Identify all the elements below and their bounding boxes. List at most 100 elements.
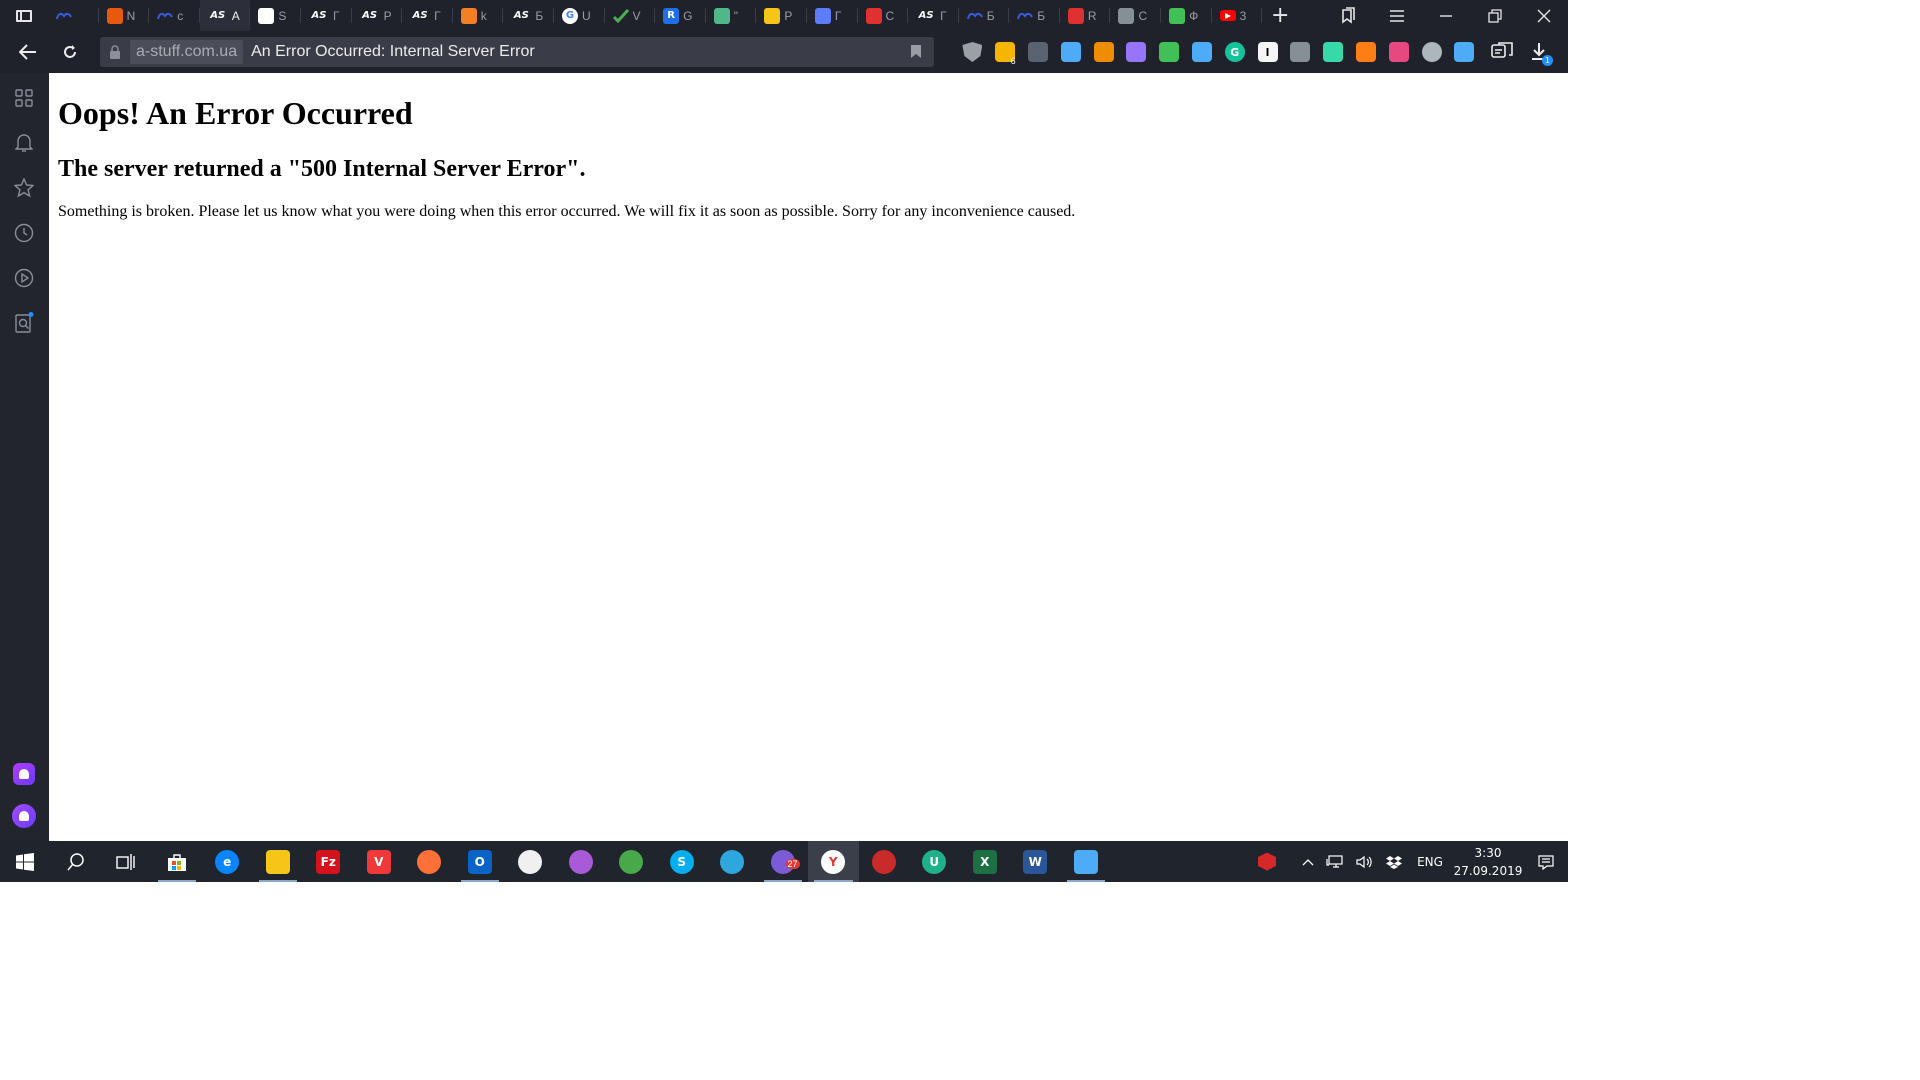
domain-chip[interactable]: a-stuff.com.ua [130, 40, 244, 64]
browser-tab[interactable]: Б [959, 0, 1010, 31]
extension-button[interactable] [1448, 31, 1481, 73]
input-language[interactable]: ENG [1408, 841, 1452, 882]
lock-icon[interactable] [100, 37, 130, 67]
extension-button[interactable] [1415, 31, 1448, 73]
browser-tab[interactable]: AS A [199, 0, 251, 31]
browser-tab[interactable]: AS Г [402, 0, 453, 31]
taskbar-button[interactable] [556, 841, 607, 882]
browser-tab[interactable]: Б [1009, 0, 1060, 31]
browser-tab[interactable]: k [453, 0, 504, 31]
extension-button[interactable] [1350, 31, 1383, 73]
extension-button[interactable] [1284, 31, 1317, 73]
taskbar-button[interactable]: U [909, 841, 960, 882]
taskbar-button[interactable] [1061, 841, 1112, 882]
menu-icon[interactable] [1372, 0, 1421, 31]
new-tab-button[interactable]: + [1262, 0, 1298, 31]
browser-tab[interactable]: AS Г [908, 0, 959, 31]
taskbar-button[interactable] [859, 841, 910, 882]
taskbar-button[interactable]: S [657, 841, 708, 882]
browser-tab[interactable] [48, 0, 99, 31]
browser-tab[interactable]: S [250, 0, 301, 31]
browser-tab[interactable]: AS Г [301, 0, 352, 31]
messenger-button[interactable] [12, 762, 36, 786]
network-icon[interactable] [1320, 841, 1350, 882]
unread-badge: 27 [785, 859, 800, 869]
alice-button[interactable] [12, 804, 36, 828]
dropbox-icon[interactable] [1380, 841, 1408, 882]
browser-tab[interactable]: C [858, 0, 909, 31]
extension-button[interactable] [956, 31, 989, 73]
browser-tab[interactable]: P [756, 0, 807, 31]
tab-panel-toggle[interactable] [0, 0, 48, 31]
taskbar-button[interactable]: Y [808, 841, 859, 882]
taskbar-button[interactable] [51, 841, 102, 882]
browser-tab[interactable]: AS Р [352, 0, 403, 31]
taskbar-button[interactable] [404, 841, 455, 882]
address-bar[interactable]: a-stuff.com.ua An Error Occurred: Intern… [100, 37, 934, 67]
browser-tab[interactable]: R [1060, 0, 1111, 31]
minimize-button[interactable] [1421, 0, 1470, 31]
downloads-button[interactable]: 1 [1518, 31, 1560, 73]
browser-tab[interactable]: V [605, 0, 656, 31]
extension-button[interactable]: l [1251, 31, 1284, 73]
taskbar-button[interactable]: 27 [758, 841, 809, 882]
close-button[interactable] [1519, 0, 1568, 31]
taskbar-button[interactable] [606, 841, 657, 882]
window-controls [1323, 0, 1568, 31]
browser-tab[interactable]: AS Б [503, 0, 554, 31]
search-page-button[interactable] [12, 311, 36, 335]
fox-icon [1093, 42, 1114, 62]
reload-button[interactable] [49, 31, 91, 73]
tab-list: Nc AS A S AS Г AS Р AS Гk AS Б G U V R G " P Г C AS Г Б Б R C Ф 3 [48, 0, 1262, 31]
browser-tab[interactable]: Ф [1161, 0, 1212, 31]
taskbar-button[interactable] [505, 841, 556, 882]
notifications-button[interactable] [12, 131, 36, 155]
back-button[interactable] [7, 31, 49, 73]
taskbar-button[interactable] [253, 841, 304, 882]
clock[interactable]: 3:30 27.09.2019 [1452, 841, 1524, 882]
browser-tab[interactable]: N [99, 0, 150, 31]
cloud-icon [966, 8, 983, 24]
browser-tab[interactable]: Г [807, 0, 858, 31]
taskbar-button[interactable]: W [1010, 841, 1061, 882]
taskbar-button[interactable] [0, 841, 51, 882]
show-hidden-icons[interactable] [1296, 841, 1320, 882]
extension-button[interactable] [1317, 31, 1350, 73]
history-button[interactable] [12, 221, 36, 245]
extension-button[interactable]: G [1218, 31, 1251, 73]
extension-button[interactable] [1120, 31, 1153, 73]
tableau-button[interactable] [12, 86, 36, 110]
extension-button[interactable] [1087, 31, 1120, 73]
taskbar-button[interactable]: Fz [303, 841, 354, 882]
screenshot-button[interactable] [1481, 31, 1523, 73]
taskbar-button[interactable]: X [960, 841, 1011, 882]
taskbar-button[interactable] [101, 841, 152, 882]
browser-tab[interactable]: 3 [1212, 0, 1263, 31]
extension-button[interactable] [1382, 31, 1415, 73]
bookmarks-button[interactable] [12, 176, 36, 200]
extension-button[interactable] [1054, 31, 1087, 73]
restore-button[interactable] [1470, 0, 1519, 31]
extension-button[interactable]: 6 [989, 31, 1022, 73]
media-button[interactable] [12, 266, 36, 290]
volume-icon[interactable] [1350, 841, 1380, 882]
extension-button[interactable] [1153, 31, 1186, 73]
puzzle-icon [1027, 42, 1048, 62]
browser-tab[interactable]: GU [554, 0, 605, 31]
extension-button[interactable] [1022, 31, 1055, 73]
collections-icon[interactable] [1323, 0, 1372, 31]
taskbar-button[interactable] [152, 841, 203, 882]
taskbar-button[interactable] [707, 841, 758, 882]
browser-tab[interactable]: C [1110, 0, 1161, 31]
clock-icon [14, 223, 34, 243]
taskbar-button[interactable]: e [202, 841, 253, 882]
tray-app-icon[interactable] [1252, 841, 1282, 882]
taskbar-button[interactable]: O [455, 841, 506, 882]
browser-tab[interactable]: " [706, 0, 757, 31]
bookmark-icon[interactable] [910, 44, 922, 59]
browser-tab[interactable]: c [149, 0, 200, 31]
action-center-button[interactable] [1524, 841, 1568, 882]
browser-tab[interactable]: RG [655, 0, 706, 31]
taskbar-button[interactable]: V [354, 841, 405, 882]
extension-button[interactable] [1186, 31, 1219, 73]
